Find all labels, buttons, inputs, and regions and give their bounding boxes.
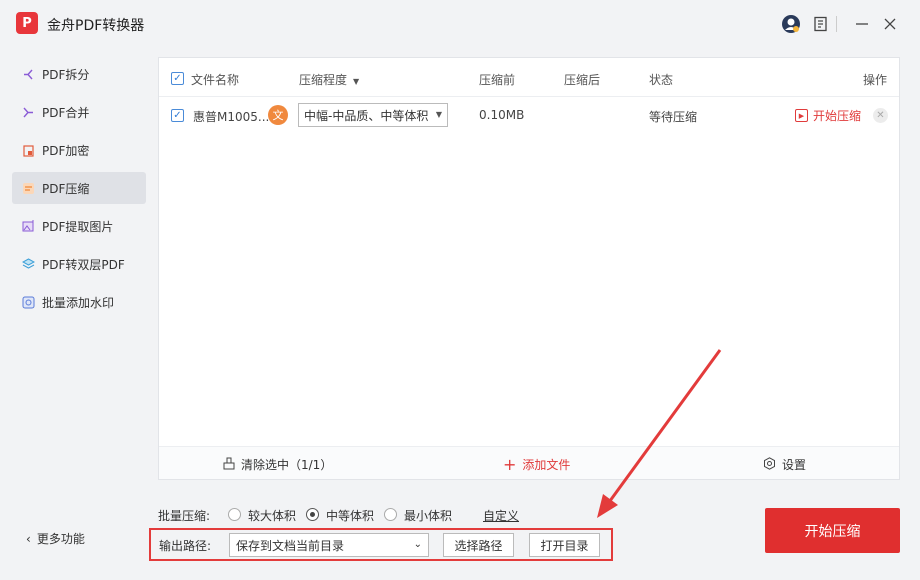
batch-label: 批量压缩: [158, 509, 211, 523]
output-label: 输出路径: [159, 539, 212, 553]
compress-icon [21, 181, 35, 195]
compress-level-select[interactable]: 中幅-中品质、中等体积 ▼ [298, 103, 448, 127]
document-type-icon: 文 [268, 105, 288, 125]
file-list-toolbar: 清除选中（1/1） + 添加文件 设置 [159, 446, 899, 479]
row-checkbox[interactable]: ✓ [171, 109, 184, 122]
row-start-compress-button[interactable]: ▶ 开始压缩 [795, 107, 861, 124]
radio-large-label: 较大体积 [248, 509, 297, 523]
sidebar-item-double-layer[interactable]: PDF转双层PDF [12, 248, 146, 280]
split-icon [21, 67, 35, 81]
sidebar-item-watermark[interactable]: 批量添加水印 [12, 286, 146, 318]
titlebar-divider [836, 16, 837, 32]
radio-small[interactable] [384, 508, 397, 521]
image-icon [21, 219, 35, 233]
header-file-name: 文件名称 [191, 73, 240, 87]
app-title: 金舟PDF转换器 [47, 18, 145, 34]
output-path-row: 输出路径: 保存到文档当前目录 ⌄ 选择路径 打开目录 [149, 528, 613, 561]
sidebar-item-label: PDF合并 [42, 105, 90, 120]
custom-link[interactable]: 自定义 [483, 507, 519, 524]
sort-down-icon: ▼ [353, 77, 360, 86]
title-bar: P 金舟PDF转换器 [0, 0, 920, 50]
sidebar-item-label: PDF提取图片 [42, 219, 114, 234]
add-file-label: 添加文件 [522, 458, 571, 472]
plus-icon: + [503, 454, 517, 474]
sidebar-item-encrypt[interactable]: PDF加密 [12, 134, 146, 166]
merge-icon [21, 105, 35, 119]
sidebar-item-label: PDF转双层PDF [42, 257, 125, 272]
brush-icon [223, 457, 235, 473]
header-compress-level[interactable]: 压缩程度 ▼ [299, 71, 359, 88]
sidebar-item-merge[interactable]: PDF合并 [12, 96, 146, 128]
close-icon[interactable] [880, 14, 900, 34]
feedback-icon[interactable] [811, 14, 831, 34]
radio-small-label: 最小体积 [404, 509, 453, 523]
radio-medium[interactable] [306, 508, 319, 521]
output-path-select[interactable]: 保存到文档当前目录 ⌄ [229, 533, 429, 557]
settings-label: 设置 [782, 458, 807, 472]
sidebar-item-label: PDF压缩 [42, 181, 90, 196]
chevron-down-icon: ⌄ [413, 539, 422, 550]
play-icon: ▶ [795, 109, 808, 122]
header-action: 操作 [863, 73, 888, 87]
file-list-panel: ✓ 文件名称 压缩程度 ▼ 压缩前 压缩后 状态 操作 ✓ 惠普M1005... … [158, 57, 900, 480]
lock-icon [21, 143, 35, 157]
start-compress-button[interactable]: 开始压缩 [765, 508, 900, 553]
sidebar-item-label: 批量添加水印 [42, 295, 115, 310]
sidebar: PDF拆分 PDF合并 PDF加密 PDF压缩 PDF提取图片 PDF转双层PD… [0, 50, 155, 580]
minimize-icon[interactable] [852, 14, 872, 34]
remove-row-icon[interactable]: ✕ [873, 108, 888, 123]
sidebar-item-extract-images[interactable]: PDF提取图片 [12, 210, 146, 242]
sidebar-item-label: PDF加密 [42, 143, 90, 158]
header-status: 状态 [649, 73, 674, 87]
header-divider [159, 96, 899, 97]
app-logo: P [16, 12, 38, 34]
more-features-label: 更多功能 [36, 532, 85, 546]
sidebar-item-split[interactable]: PDF拆分 [12, 58, 146, 90]
sidebar-item-label: PDF拆分 [42, 67, 90, 82]
radio-medium-label: 中等体积 [326, 509, 375, 523]
row-file-name: 惠普M1005... [193, 110, 270, 124]
header-after-size: 压缩后 [564, 73, 601, 87]
chevron-left-icon: ‹ [26, 532, 31, 546]
layers-icon [21, 257, 35, 271]
choose-path-button[interactable]: 选择路径 [443, 533, 514, 557]
more-features-link[interactable]: ‹ 更多功能 [26, 530, 85, 547]
select-all-checkbox[interactable]: ✓ [171, 72, 184, 85]
gear-icon [763, 456, 776, 473]
row-before-size: 0.10MB [479, 108, 525, 122]
batch-compress-options: 批量压缩: 较大体积 中等体积 最小体积 自定义 [158, 507, 578, 525]
settings-button[interactable]: 设置 [763, 456, 806, 473]
output-path-value: 保存到文档当前目录 [236, 538, 345, 553]
clear-selected-label: 清除选中（1/1） [241, 458, 333, 472]
radio-large[interactable] [228, 508, 241, 521]
header-label: 压缩程度 [299, 73, 348, 87]
header-before-size: 压缩前 [479, 73, 516, 87]
row-action-label: 开始压缩 [813, 109, 862, 123]
add-file-button[interactable]: + 添加文件 [503, 456, 570, 473]
watermark-icon [21, 295, 35, 309]
clear-selected-button[interactable]: 清除选中（1/1） [223, 456, 332, 473]
compress-level-value: 中幅-中品质、中等体积 [304, 108, 429, 123]
row-status: 等待压缩 [649, 110, 698, 124]
avatar-icon[interactable] [781, 14, 801, 34]
open-folder-button[interactable]: 打开目录 [529, 533, 600, 557]
sidebar-item-compress[interactable]: PDF压缩 [12, 172, 146, 204]
chevron-down-icon: ▼ [435, 110, 442, 119]
